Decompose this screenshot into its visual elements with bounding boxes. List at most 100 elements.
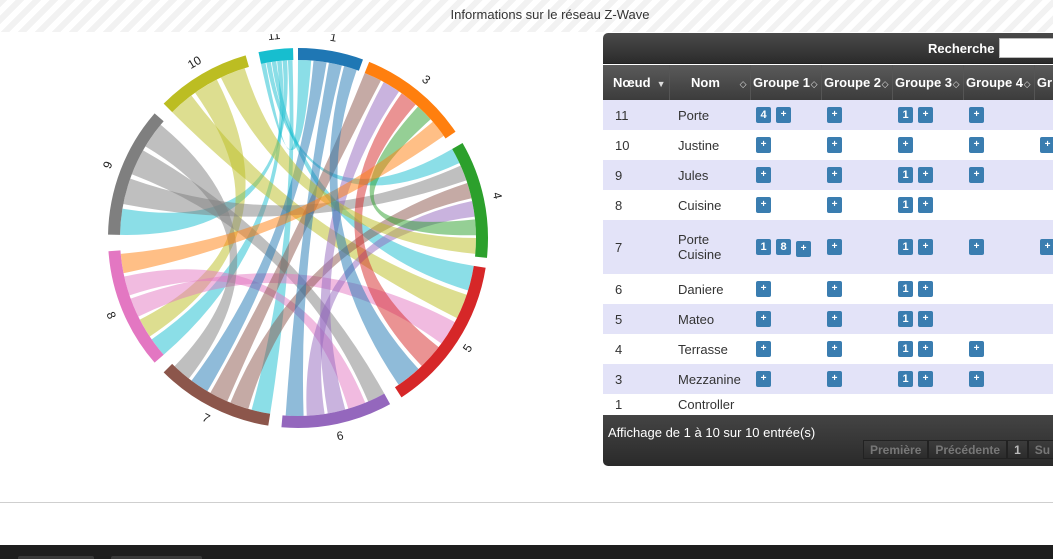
add-association-button[interactable]: + [827,197,842,214]
table-row[interactable]: 3 Mezzanine + +1 + + [603,364,1053,394]
group-5-cell: + [1034,220,1053,274]
add-association-button[interactable]: + [918,371,933,388]
association-node-badge[interactable]: 1 [898,281,913,298]
association-node-badge[interactable]: 1 [898,311,913,328]
association-node-badge[interactable]: 1 [898,341,913,358]
add-association-button[interactable]: + [827,137,842,154]
add-association-button[interactable]: + [969,137,984,154]
column-header[interactable]: Nom ◇ [669,65,751,100]
group-2-cell [821,394,892,414]
add-association-button[interactable]: + [756,371,771,388]
sort-both-icon: ◇ [810,79,818,89]
add-association-button[interactable]: + [756,167,771,184]
add-association-button[interactable]: + [969,341,984,358]
search-input[interactable] [999,38,1053,58]
sort-both-icon: ◇ [881,79,889,89]
pager-previous-button[interactable]: Précédente [928,440,1008,459]
table-row[interactable]: 5 Mateo + +1 + [603,304,1053,334]
column-header-label: Groupe 2 [823,74,882,90]
table-row[interactable]: 6 Daniere + +1 + [603,274,1053,304]
association-node-badge[interactable]: 8 [776,239,791,255]
add-association-button[interactable]: + [918,197,933,214]
association-node-badge[interactable]: 1 [898,371,913,388]
pager-first-button[interactable]: Première [863,440,929,459]
add-association-button[interactable]: + [1040,137,1053,154]
association-node-badge[interactable]: 1 [898,239,913,256]
group-5-cell [1034,100,1053,130]
add-association-button[interactable]: + [918,281,933,298]
column-header[interactable]: Groupe 4 ◇ [963,65,1035,100]
add-association-button[interactable]: + [827,371,842,388]
group-4-cell: + [963,220,1034,274]
group-1-cell: + [750,160,821,190]
add-association-button[interactable]: + [918,239,933,256]
group-1-cell: + [750,130,821,160]
add-association-button[interactable]: + [776,107,791,124]
group-1-cell: + [750,334,821,364]
add-association-button[interactable]: + [827,167,842,184]
node-id-cell: 5 [603,304,669,334]
add-association-button[interactable]: + [827,311,842,328]
add-association-button[interactable]: + [969,107,984,124]
group-3-cell: 1 + [892,100,963,130]
group-2-cell: + [821,190,892,220]
association-node-badge[interactable]: 1 [898,107,913,124]
column-header[interactable]: Groupe 1 ◇ [750,65,822,100]
column-header-label: Nom [691,74,720,90]
sort-both-icon: ◇ [952,79,960,89]
table-row[interactable]: 8 Cuisine + +1 + [603,190,1053,220]
group-3-cell: 1 + [892,160,963,190]
node-name-cell: Mezzanine [669,364,750,394]
network-chord-diagram: 1 3 4 5 6 7 8 9 10 11 [100,34,505,443]
column-header[interactable]: Groupe 2 ◇ [821,65,893,100]
node-id-cell: 3 [603,364,669,394]
pager-next-button[interactable]: Su [1027,440,1053,459]
add-association-button[interactable]: + [756,281,771,298]
table-row[interactable]: 11 Porte 4 + +1 + + [603,100,1053,130]
add-association-button[interactable]: + [827,239,842,256]
group-4-cell [963,274,1034,304]
table-row[interactable]: 1 Controller [603,394,1053,414]
group-5-cell: + [1034,130,1053,160]
add-association-button[interactable]: + [969,239,984,256]
add-association-button[interactable]: + [756,197,771,214]
add-association-button[interactable]: + [918,167,933,184]
add-association-button[interactable]: + [1040,239,1053,256]
add-association-button[interactable]: + [918,341,933,358]
add-association-button[interactable]: + [756,341,771,358]
add-association-button[interactable]: + [827,341,842,358]
table-row[interactable]: 7 Porte Cuisine 1 8 + +1 + + + [603,220,1053,274]
column-header[interactable]: Groupe 3 ◇ [892,65,964,100]
group-4-cell: + [963,364,1034,394]
group-4-cell: + [963,130,1034,160]
add-association-button[interactable]: + [918,107,933,124]
add-association-button[interactable]: + [796,241,811,257]
node-arc-label: 11 [267,34,281,43]
association-node-badge[interactable]: 1 [898,167,913,184]
node-id-cell: 11 [603,100,669,130]
add-association-button[interactable]: + [918,311,933,328]
add-association-button[interactable]: + [969,371,984,388]
table-row[interactable]: 9 Jules + +1 + + [603,160,1053,190]
add-association-button[interactable]: + [827,281,842,298]
add-association-button[interactable]: + [756,137,771,154]
group-4-cell [963,304,1034,334]
group-3-cell: 1 + [892,190,963,220]
association-node-badge[interactable]: 1 [898,197,913,214]
table-row[interactable]: 10 Justine + + + + + [603,130,1053,160]
add-association-button[interactable]: + [898,137,913,154]
association-node-badge[interactable]: 1 [756,239,771,255]
node-arc-label: 8 [103,310,119,322]
node-name-cell: Terrasse [669,334,750,364]
column-header[interactable]: Gr [1034,65,1053,100]
add-association-button[interactable]: + [827,107,842,124]
association-node-badge[interactable]: 4 [756,107,771,124]
group-3-cell: 1 + [892,304,963,334]
add-association-button[interactable]: + [969,167,984,184]
column-header[interactable]: Nœud ▼ [603,65,670,100]
sort-desc-icon: ▼ [656,79,666,89]
table-row[interactable]: 4 Terrasse + +1 + + [603,334,1053,364]
add-association-button[interactable]: + [756,311,771,328]
nodes-table-panel: Recherche : Nœud ▼ Nom ◇ Groupe 1 ◇ Groupe 2 ◇ G… [603,33,1053,466]
pager-page-button[interactable]: 1 [1007,440,1028,459]
